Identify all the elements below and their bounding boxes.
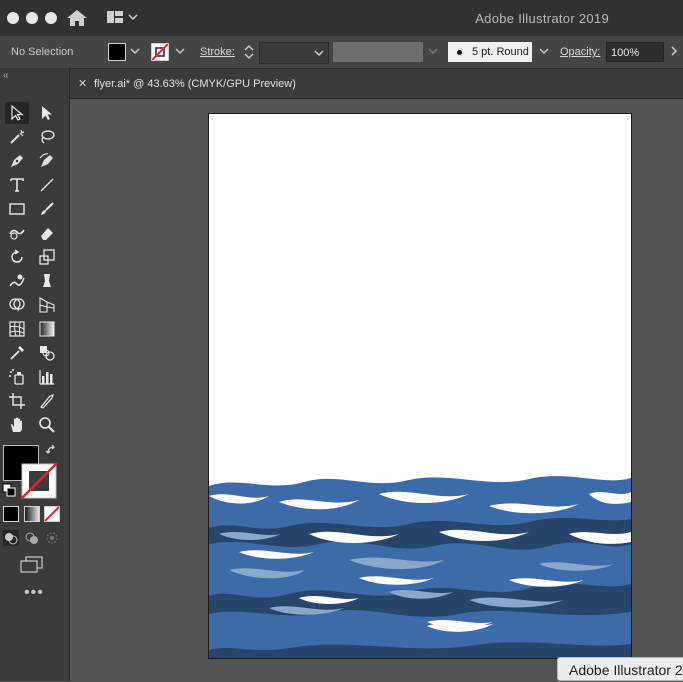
magic-wand-tool-icon[interactable] <box>5 126 29 148</box>
home-icon[interactable] <box>66 9 88 27</box>
variable-width-profile[interactable] <box>333 42 423 62</box>
free-transform-tool-icon[interactable] <box>35 270 59 292</box>
gradient-tool-icon[interactable] <box>35 318 59 340</box>
opacity-chevron-right-icon[interactable] <box>668 44 680 58</box>
stroke-swatch[interactable] <box>151 43 169 61</box>
variable-width-chevron-icon[interactable] <box>427 44 439 58</box>
blend-tool-icon[interactable] <box>35 342 59 364</box>
paintbrush-tool-icon[interactable] <box>35 198 59 220</box>
change-screen-mode-icon[interactable] <box>20 556 44 574</box>
brush-definition[interactable]: 5 pt. Round <box>448 42 532 62</box>
fill-swatch[interactable] <box>108 43 126 61</box>
document-tab-bar: ✕ flyer.ai* @ 43.63% (CMYK/GPU Preview) <box>70 69 683 99</box>
eyedropper-tool-icon[interactable] <box>5 342 29 364</box>
stroke-weight-chevron-icon[interactable] <box>313 46 325 60</box>
direct-selection-tool-icon[interactable] <box>35 102 59 124</box>
scale-tool-icon[interactable] <box>35 246 59 268</box>
brush-label: 5 pt. Round <box>472 46 529 58</box>
brush-chevron-icon[interactable] <box>538 44 550 58</box>
shaper-tool-icon[interactable] <box>5 222 29 244</box>
default-fill-stroke-icon[interactable] <box>2 483 16 497</box>
lasso-tool-icon[interactable] <box>35 126 59 148</box>
control-bar: No Selection Stroke: 5 pt. Round Opacity… <box>0 36 683 69</box>
color-mode-button[interactable] <box>3 506 19 522</box>
document-tab[interactable]: flyer.ai* @ 43.63% (CMYK/GPU Preview) <box>94 78 296 90</box>
draw-normal-icon[interactable] <box>3 530 19 546</box>
stroke-weight-stepper-icon[interactable] <box>242 42 256 62</box>
minimize-window-button[interactable] <box>26 12 38 24</box>
none-mode-button[interactable] <box>44 506 60 522</box>
opacity-input[interactable]: 100% <box>606 42 664 62</box>
brush-dot-icon <box>457 50 462 55</box>
warp-tool-icon[interactable] <box>5 270 29 292</box>
zoom-window-button[interactable] <box>45 12 57 24</box>
edit-toolbar-more-icon[interactable]: ••• <box>24 584 44 602</box>
ocean-waves-artwork <box>209 476 631 658</box>
title-bar: Adobe Illustrator 2019 <box>0 0 683 36</box>
mesh-tool-icon[interactable] <box>5 318 29 340</box>
close-tab-icon[interactable]: ✕ <box>78 77 87 90</box>
selection-status: No Selection <box>11 46 74 58</box>
collapse-panel-icon[interactable]: « <box>3 70 9 81</box>
slice-tool-icon[interactable] <box>35 390 59 412</box>
selection-tool-icon[interactable] <box>5 102 29 124</box>
app-title: Adobe Illustrator 2019 <box>475 11 609 26</box>
stroke-dropdown-chevron-icon[interactable] <box>174 44 186 58</box>
stroke-proxy-swatch[interactable] <box>21 463 57 499</box>
zoom-tool-icon[interactable] <box>35 414 59 436</box>
shape-builder-tool-icon[interactable] <box>5 294 29 316</box>
stroke-label[interactable]: Stroke: <box>200 46 235 58</box>
eraser-tool-icon[interactable] <box>35 222 59 244</box>
type-tool-icon[interactable] <box>5 174 29 196</box>
curvature-tool-icon[interactable] <box>35 150 59 172</box>
pen-tool-icon[interactable] <box>5 150 29 172</box>
draw-inside-icon[interactable] <box>44 530 60 546</box>
line-segment-tool-icon[interactable] <box>35 174 59 196</box>
swap-fill-stroke-icon[interactable] <box>45 444 59 458</box>
workspace-switcher-icon[interactable] <box>106 10 138 24</box>
fill-dropdown-chevron-icon[interactable] <box>129 44 141 58</box>
gradient-mode-button[interactable] <box>24 506 40 522</box>
draw-behind-icon[interactable] <box>24 530 40 546</box>
artboard[interactable] <box>208 113 632 659</box>
tools-panel: « ••• <box>0 68 70 681</box>
hand-tool-icon[interactable] <box>5 414 29 436</box>
symbol-sprayer-tool-icon[interactable] <box>5 366 29 388</box>
opacity-label[interactable]: Opacity: <box>560 46 600 58</box>
stroke-weight-input[interactable] <box>259 42 329 64</box>
artboard-tool-icon[interactable] <box>5 390 29 412</box>
column-graph-tool-icon[interactable] <box>35 366 59 388</box>
rectangle-tool-icon[interactable] <box>5 198 29 220</box>
rotate-tool-icon[interactable] <box>5 246 29 268</box>
close-window-button[interactable] <box>7 12 19 24</box>
app-name-tooltip: Adobe Illustrator 2 <box>557 657 683 681</box>
perspective-grid-tool-icon[interactable] <box>35 294 59 316</box>
